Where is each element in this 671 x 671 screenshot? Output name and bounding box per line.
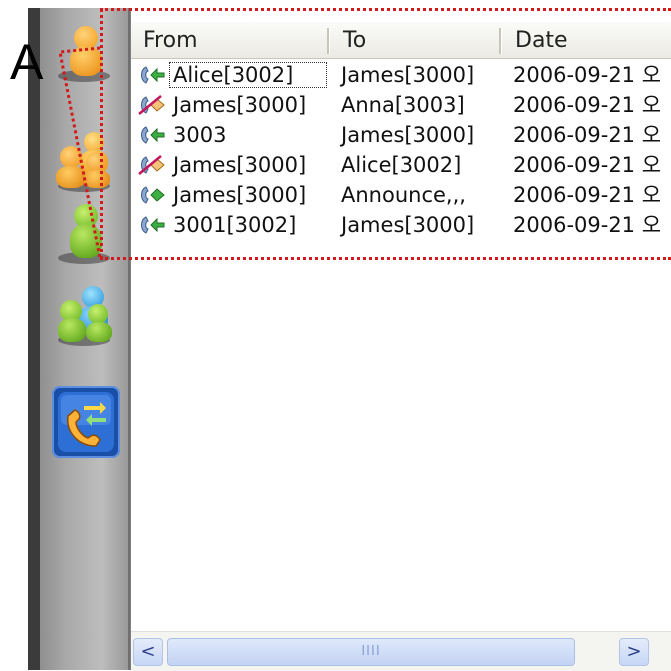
window-border bbox=[28, 8, 40, 670]
column-from[interactable]: From bbox=[131, 22, 329, 58]
date-cell: 2006-09-21 오 bbox=[513, 183, 662, 207]
call-list-panel: From To Date Alice[3002] James[3000] 200… bbox=[130, 8, 671, 671]
to-cell: Announce,,, bbox=[341, 183, 466, 207]
scroll-thumb[interactable]: IIII bbox=[167, 638, 575, 666]
call-history-button[interactable] bbox=[52, 386, 120, 458]
phone-transfer-icon bbox=[58, 392, 114, 452]
to-cell: Anna[3003] bbox=[341, 93, 465, 117]
to-cell: James[3000] bbox=[341, 123, 475, 147]
table-row[interactable]: James[3000] Announce,,, 2006-09-21 오 bbox=[131, 180, 671, 210]
date-cell: 2006-09-21 오 bbox=[513, 93, 662, 117]
to-cell: James[3000] bbox=[341, 213, 475, 237]
multi-group-button[interactable] bbox=[54, 286, 118, 350]
table-row[interactable]: 3001[3002] James[3000] 2006-09-21 오 bbox=[131, 210, 671, 240]
icon-sidebar bbox=[40, 8, 130, 670]
incoming-call-icon bbox=[141, 66, 165, 84]
from-cell: James[3000] bbox=[173, 183, 307, 207]
column-divider[interactable] bbox=[327, 28, 330, 54]
table-row[interactable]: 3003 James[3000] 2006-09-21 오 bbox=[131, 120, 671, 150]
from-cell: James[3000] bbox=[173, 153, 307, 177]
missed-call-icon bbox=[138, 155, 165, 175]
scroll-left-button[interactable]: < bbox=[133, 638, 163, 666]
column-to[interactable]: To bbox=[331, 22, 501, 58]
table-row[interactable]: James[3000] Alice[3002] 2006-09-21 오 bbox=[131, 150, 671, 180]
group-people-button[interactable] bbox=[54, 132, 118, 196]
column-date[interactable]: Date bbox=[503, 22, 671, 58]
table-row[interactable]: James[3000] Anna[3003] 2006-09-21 오 bbox=[131, 90, 671, 120]
incoming-call-icon bbox=[141, 126, 165, 144]
column-header: From To Date bbox=[131, 22, 671, 59]
from-cell: 3003 bbox=[173, 123, 227, 147]
horizontal-scrollbar[interactable]: < IIII > bbox=[131, 631, 671, 671]
to-cell: Alice[3002] bbox=[341, 153, 462, 177]
green-person-button[interactable] bbox=[54, 204, 118, 268]
incoming-call-icon bbox=[141, 186, 165, 204]
date-cell: 2006-09-21 오 bbox=[513, 213, 662, 237]
date-cell: 2006-09-21 오 bbox=[513, 123, 662, 147]
column-divider[interactable] bbox=[499, 28, 502, 54]
contact-person-button[interactable] bbox=[54, 22, 118, 86]
from-cell: Alice[3002] bbox=[173, 63, 294, 87]
incoming-call-icon bbox=[141, 216, 165, 234]
table-row[interactable]: Alice[3002] James[3000] 2006-09-21 오 bbox=[131, 60, 671, 90]
from-cell: James[3000] bbox=[173, 93, 307, 117]
to-cell: James[3000] bbox=[341, 63, 475, 87]
date-cell: 2006-09-21 오 bbox=[513, 63, 662, 87]
missed-call-icon bbox=[138, 95, 165, 115]
date-cell: 2006-09-21 오 bbox=[513, 153, 662, 177]
annotation-label: A bbox=[10, 34, 44, 90]
scroll-right-button[interactable]: > bbox=[619, 638, 649, 666]
from-cell: 3001[3002] bbox=[173, 213, 297, 237]
